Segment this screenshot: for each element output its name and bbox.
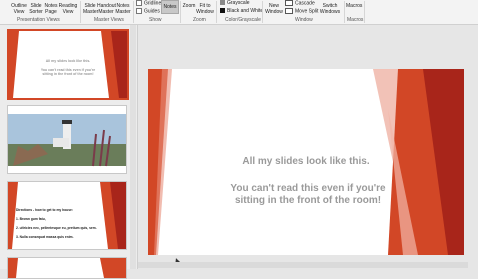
slide-body[interactable]: You can't read this even if you're sitti… [218,183,398,207]
guides-checkbox[interactable]: Guides [136,8,160,14]
notes-button[interactable]: Notes [161,0,179,14]
black-white-icon [220,8,225,14]
grayscale-icon [220,0,225,6]
divider [216,1,217,23]
group-show: Show [149,17,162,23]
group-presentation-views: Presentation Views [17,17,60,23]
thumb-3-item: 3. Nulla consequat massa quis enim. [16,235,74,239]
divider [180,1,181,23]
slide-thumbnail-3[interactable]: Directions - how to get to my house: 1. … [7,181,127,250]
group-zoom: Zoom [193,17,206,23]
thumb-left-shape [9,31,19,98]
thumbnail-scrollbar[interactable] [130,25,136,269]
horizontal-scrollbar[interactable] [138,262,468,268]
cascade-button[interactable]: Cascade [285,0,315,6]
thumbnail-background [8,258,126,278]
current-slide[interactable]: All my slides look like this. You can't … [148,69,464,255]
thumbnail-background [9,31,127,98]
notes-master-button[interactable]: Notes Master [115,3,131,15]
divider [80,1,81,23]
outline-view-button[interactable]: Outline View [10,3,28,15]
group-color-grayscale: Color/Grayscale [225,17,261,23]
divider [262,1,263,23]
move-split-icon [285,8,293,14]
new-window-button[interactable]: New Window [265,3,283,15]
move-split-label: Move Split [295,8,319,15]
group-master-views: Master Views [94,17,124,23]
checkbox-icon [136,8,142,14]
cascade-label: Cascade [295,0,315,7]
handout-master-button[interactable]: Handout Master [97,3,116,15]
thumb-1-body: You can't read this even if you're sitti… [40,68,96,76]
lighthouse-photo [8,106,126,173]
divider [364,1,365,23]
slide-title[interactable]: All my slides look like this. [148,156,464,167]
ribbon: Outline View Slide Sorter Notes Page Rea… [0,0,478,25]
thumb-3-title: Directions - how to get to my house: [16,208,73,212]
slide-thumbnail-2[interactable] [7,105,127,174]
group-macros: Macros [347,17,364,23]
switch-windows-button[interactable]: Switch Windows [318,3,342,15]
gridlines-checkbox[interactable]: Gridlines [136,0,164,6]
checkbox-icon [136,0,142,6]
move-split-button[interactable]: Move Split [285,8,318,14]
bw-label: Black and White [227,8,264,14]
thumb-3-item: 1. Brown gum fatu, [16,217,46,221]
reading-view-button[interactable]: Reading View [58,3,78,15]
divider [133,1,134,23]
black-and-white-button[interactable]: Black and White [220,8,263,14]
cascade-icon [285,0,293,6]
slide-thumbnail-4[interactable] [7,257,127,279]
divider [344,1,345,23]
slide-sorter-button[interactable]: Slide Sorter [28,3,44,15]
group-window: Window [295,17,313,23]
thumb-1-title: All my slides look like this. [45,59,91,63]
grayscale-button[interactable]: Grayscale [220,0,250,6]
slide-thumbnail-1[interactable]: All my slides look like this. You can't … [7,29,129,100]
slide-master-button[interactable]: Slide Master [83,3,98,15]
zoom-button[interactable]: Zoom [182,3,196,9]
fit-to-window-button[interactable]: Fit to Window [196,3,214,15]
macros-button[interactable]: Macros [346,3,362,9]
slide-editing-area: All my slides look like this. You can't … [138,25,478,269]
slide-thumbnail-pane: All my slides look like this. You can't … [0,25,138,279]
notes-page-button[interactable]: Notes Page [44,3,58,15]
grayscale-label: Grayscale [227,0,250,6]
thumb-3-item: 2. ultricies nec, pellentesque eu, preti… [16,226,97,230]
thumb-3-content: Directions - how to get to my house: 1. … [16,206,106,242]
guides-label: Guides [144,8,160,15]
